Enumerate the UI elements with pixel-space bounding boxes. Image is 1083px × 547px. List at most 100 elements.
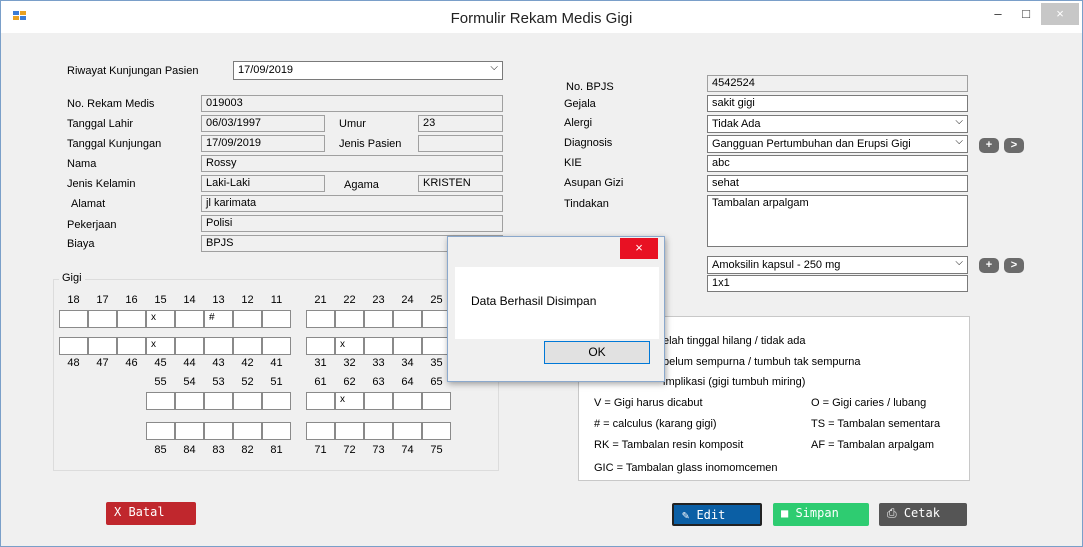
legend-line-9: AF = Tambalan arpalgam xyxy=(811,439,935,451)
nama-label: Nama xyxy=(67,158,97,170)
dialog-body: Data Berhasil Disimpan xyxy=(455,267,659,339)
tooth-box[interactable] xyxy=(204,392,233,410)
batal-button[interactable]: X Batal xyxy=(106,502,196,525)
agama-label: Agama xyxy=(344,179,379,191)
riwayat-value: 17/09/2019 xyxy=(238,64,294,76)
tooth-number: 82 xyxy=(241,444,254,456)
jenis-pasien-field[interactable] xyxy=(418,135,503,152)
add-diagnosis-button[interactable]: + xyxy=(979,138,999,153)
tooth-box[interactable] xyxy=(204,422,233,440)
tooth-box[interactable] xyxy=(364,337,393,355)
tooth-box[interactable] xyxy=(146,422,175,440)
tooth-number: 61 xyxy=(314,376,327,388)
tooth-box[interactable]: x xyxy=(146,337,175,355)
tooth-box[interactable] xyxy=(175,392,204,410)
dialog-ok-button[interactable]: OK xyxy=(544,341,650,364)
tooth-box[interactable] xyxy=(364,392,393,410)
tooth-box[interactable] xyxy=(175,337,204,355)
agama-field[interactable]: KRISTEN xyxy=(418,175,503,192)
alergi-select[interactable]: Tidak Ada ⌵ xyxy=(707,115,968,133)
tooth-box[interactable] xyxy=(335,422,364,440)
dialog-message: Data Berhasil Disimpan xyxy=(471,294,597,308)
simpan-button[interactable]: ■ Simpan xyxy=(773,503,869,526)
riwayat-select[interactable]: 17/09/2019 ⌵ xyxy=(233,61,503,80)
legend-line-6: # = calculus (karang gigi) xyxy=(594,418,717,430)
chevron-down-icon: ⌵ xyxy=(490,62,498,73)
tooth-number: 47 xyxy=(96,357,109,369)
tooth-box[interactable] xyxy=(88,310,117,328)
next-diagnosis-button[interactable]: > xyxy=(1004,138,1024,153)
diagnosis-select[interactable]: Gangguan Pertumbuhan dan Erupsi Gigi ⌵ xyxy=(707,135,968,153)
tindakan-textarea[interactable]: Tambalan arpalgam xyxy=(707,195,968,247)
tooth-box[interactable] xyxy=(88,337,117,355)
cetak-button[interactable]: ⎙ Cetak xyxy=(879,503,967,526)
tooth-box[interactable] xyxy=(393,392,422,410)
tindakan-label: Tindakan xyxy=(564,198,609,210)
next-obat-button[interactable]: > xyxy=(1004,258,1024,273)
tooth-box[interactable] xyxy=(262,422,291,440)
tooth-box[interactable] xyxy=(59,310,88,328)
dialog-close-button[interactable]: × xyxy=(620,238,658,259)
tooth-box[interactable] xyxy=(117,337,146,355)
tooth-box[interactable]: x xyxy=(335,337,364,355)
umur-field[interactable]: 23 xyxy=(418,115,503,132)
tooth-box[interactable] xyxy=(233,392,262,410)
tooth-box[interactable] xyxy=(233,337,262,355)
tgl-kunjungan-field[interactable]: 17/09/2019 xyxy=(201,135,325,152)
jk-field[interactable]: Laki-Laki xyxy=(201,175,325,192)
tooth-box[interactable]: x xyxy=(335,392,364,410)
biaya-label: Biaya xyxy=(67,238,95,250)
nama-field[interactable]: Rossy xyxy=(201,155,503,172)
chevron-down-icon: ⌵ xyxy=(955,116,963,127)
tooth-box[interactable] xyxy=(59,337,88,355)
kie-field[interactable]: abc xyxy=(707,155,968,172)
tooth-box[interactable]: x xyxy=(146,310,175,328)
tooth-box[interactable] xyxy=(175,422,204,440)
close-window-button[interactable]: × xyxy=(1041,3,1079,25)
tgl-lahir-field[interactable]: 06/03/1997 xyxy=(201,115,325,132)
tooth-box[interactable] xyxy=(262,392,291,410)
tooth-box[interactable] xyxy=(306,392,335,410)
tooth-box[interactable] xyxy=(393,310,422,328)
tooth-box[interactable] xyxy=(335,310,364,328)
gejala-label: Gejala xyxy=(564,98,596,110)
tooth-box[interactable] xyxy=(422,392,451,410)
tooth-box[interactable] xyxy=(204,337,233,355)
tooth-box[interactable] xyxy=(393,337,422,355)
tooth-number: 16 xyxy=(125,294,138,306)
tooth-box[interactable] xyxy=(306,337,335,355)
tooth-box[interactable] xyxy=(364,310,393,328)
pekerjaan-field[interactable]: Polisi xyxy=(201,215,503,232)
dosis-field[interactable]: 1x1 xyxy=(707,275,968,292)
gizi-field[interactable]: sehat xyxy=(707,175,968,192)
tooth-box[interactable] xyxy=(146,392,175,410)
tooth-box[interactable] xyxy=(262,337,291,355)
add-obat-button[interactable]: + xyxy=(979,258,999,273)
legend-line-3: implikasi (gigi tumbuh miring) xyxy=(663,376,806,388)
minimize-button[interactable]: – xyxy=(985,3,1011,27)
tooth-box[interactable] xyxy=(233,422,262,440)
tooth-box[interactable] xyxy=(262,310,291,328)
edit-button[interactable]: ✎ Edit xyxy=(672,503,762,526)
chevron-down-icon: ⌵ xyxy=(955,136,963,147)
tooth-box[interactable] xyxy=(393,422,422,440)
bpjs-field[interactable]: 4542524 xyxy=(707,75,968,92)
tooth-box[interactable] xyxy=(422,422,451,440)
tooth-box[interactable] xyxy=(175,310,204,328)
alamat-field[interactable]: jl karimata xyxy=(201,195,503,212)
obat-select[interactable]: Amoksilin kapsul - 250 mg ⌵ xyxy=(707,256,968,274)
umur-label: Umur xyxy=(339,118,366,130)
tooth-box[interactable] xyxy=(233,310,262,328)
tooth-box[interactable]: # xyxy=(204,310,233,328)
tooth-number: 52 xyxy=(241,376,254,388)
no-rm-field[interactable]: 019003 xyxy=(201,95,503,112)
tooth-box[interactable] xyxy=(364,422,393,440)
maximize-button[interactable]: □ xyxy=(1013,3,1039,27)
tooth-box[interactable] xyxy=(117,310,146,328)
gejala-field[interactable]: sakit gigi xyxy=(707,95,968,112)
tooth-number: 23 xyxy=(372,294,385,306)
tooth-box[interactable] xyxy=(306,422,335,440)
message-dialog: × Data Berhasil Disimpan OK xyxy=(447,236,665,382)
tooth-box[interactable] xyxy=(306,310,335,328)
riwayat-label: Riwayat Kunjungan Pasien xyxy=(67,65,199,77)
